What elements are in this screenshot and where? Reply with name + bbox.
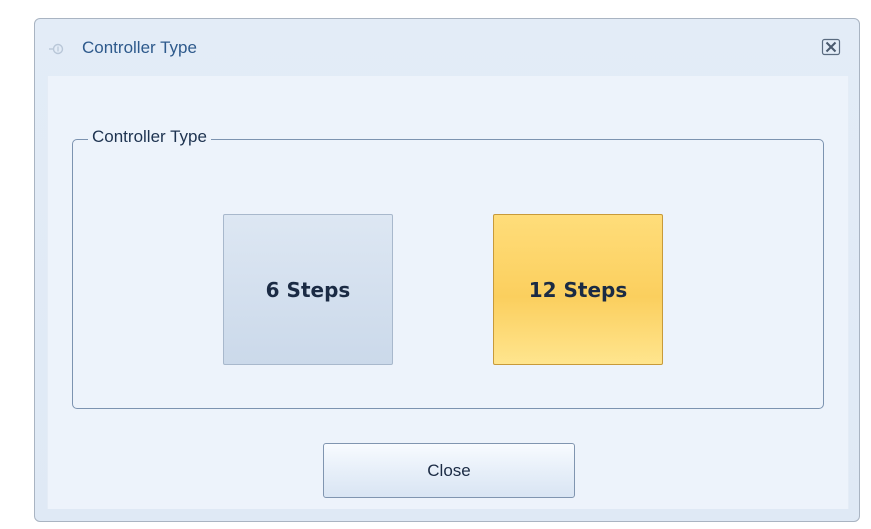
controller-type-dialog: Controller Type Controller Type 6 Steps … (34, 18, 860, 522)
twelve-steps-button[interactable]: 12 Steps (493, 214, 663, 365)
controller-type-groupbox (72, 139, 824, 409)
close-icon[interactable] (821, 38, 841, 56)
dialog-client-area: Controller Type 6 Steps 12 Steps Close (47, 76, 849, 509)
six-steps-button[interactable]: 6 Steps (223, 214, 393, 365)
window-title: Controller Type (82, 38, 197, 57)
title-bar[interactable]: Controller Type (35, 19, 859, 76)
controller-icon (49, 41, 65, 55)
close-button[interactable]: Close (323, 443, 575, 498)
groupbox-label: Controller Type (88, 125, 211, 149)
